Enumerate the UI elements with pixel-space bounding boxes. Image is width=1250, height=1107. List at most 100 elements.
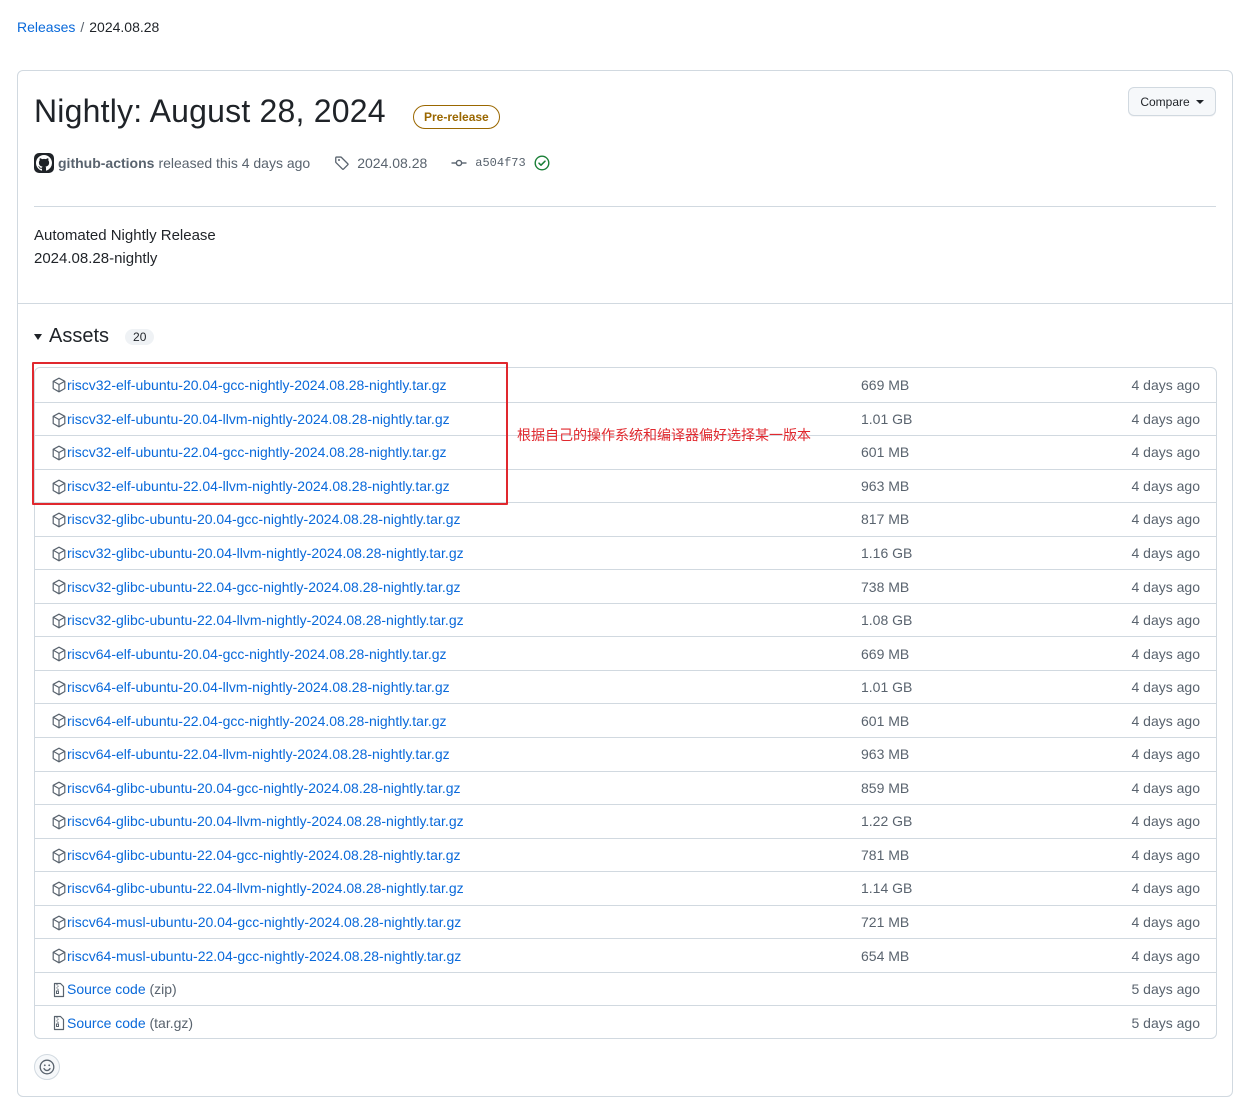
asset-download-link[interactable]: riscv64-musl-ubuntu-20.04-gcc-nightly-20… bbox=[67, 914, 461, 930]
pre-release-badge: Pre-release bbox=[413, 105, 500, 129]
asset-download-link[interactable]: riscv32-elf-ubuntu-22.04-llvm-nightly-20… bbox=[67, 478, 450, 494]
asset-date: 4 days ago bbox=[1131, 712, 1201, 729]
asset-row: riscv64-elf-ubuntu-22.04-llvm-nightly-20… bbox=[35, 737, 1216, 771]
release-card: Compare Nightly: August 28, 2024 Pre-rel… bbox=[17, 70, 1233, 1097]
asset-date: 4 days ago bbox=[1131, 746, 1201, 763]
asset-download-link[interactable]: riscv64-glibc-ubuntu-22.04-gcc-nightly-2… bbox=[67, 847, 461, 863]
github-avatar-icon[interactable] bbox=[34, 153, 54, 173]
asset-row: riscv64-glibc-ubuntu-22.04-gcc-nightly-2… bbox=[35, 837, 1216, 872]
tag-icon bbox=[335, 156, 349, 170]
asset-download-link[interactable]: riscv64-glibc-ubuntu-20.04-llvm-nightly-… bbox=[67, 813, 464, 829]
asset-row: riscv32-glibc-ubuntu-22.04-llvm-nightly-… bbox=[35, 602, 1216, 637]
asset-row: riscv32-elf-ubuntu-20.04-gcc-nightly-202… bbox=[35, 368, 1216, 402]
asset-date: 4 days ago bbox=[1131, 947, 1201, 964]
source-code-format: (zip) bbox=[149, 981, 177, 998]
source-code-format: (tar.gz) bbox=[149, 1014, 194, 1031]
assets-toggle[interactable]: Assets 20 bbox=[34, 325, 155, 348]
asset-size: 1.14 GB bbox=[861, 880, 913, 897]
asset-size: 1.08 GB bbox=[861, 612, 913, 629]
asset-date: 4 days ago bbox=[1131, 444, 1201, 461]
commit-link[interactable]: a504f73 bbox=[451, 155, 526, 171]
asset-date: 4 days ago bbox=[1131, 376, 1201, 393]
package-icon bbox=[51, 377, 67, 393]
asset-download-link[interactable]: riscv64-elf-ubuntu-22.04-gcc-nightly-202… bbox=[67, 713, 447, 729]
annotation-text: 根据自己的操作系统和编译器偏好选择某一版本 bbox=[517, 428, 811, 444]
asset-download-link[interactable]: riscv32-elf-ubuntu-20.04-llvm-nightly-20… bbox=[67, 411, 450, 427]
asset-row: riscv32-glibc-ubuntu-22.04-gcc-nightly-2… bbox=[35, 569, 1216, 603]
package-icon bbox=[51, 412, 67, 428]
asset-date: 4 days ago bbox=[1131, 410, 1201, 427]
asset-download-link[interactable]: riscv32-glibc-ubuntu-20.04-llvm-nightly-… bbox=[67, 545, 464, 561]
asset-download-link[interactable]: riscv32-glibc-ubuntu-20.04-gcc-nightly-2… bbox=[67, 511, 461, 527]
asset-date: 4 days ago bbox=[1131, 477, 1201, 494]
asset-size: 1.01 GB bbox=[861, 410, 913, 427]
asset-row: riscv64-elf-ubuntu-20.04-llvm-nightly-20… bbox=[35, 669, 1216, 704]
asset-size: 601 MB bbox=[861, 444, 910, 461]
asset-row: riscv32-glibc-ubuntu-20.04-llvm-nightly-… bbox=[35, 535, 1216, 570]
asset-row: riscv64-glibc-ubuntu-22.04-llvm-nightly-… bbox=[35, 871, 1216, 905]
package-icon bbox=[51, 747, 67, 763]
file-zip-icon bbox=[51, 1015, 67, 1031]
asset-row: riscv32-elf-ubuntu-22.04-llvm-nightly-20… bbox=[35, 468, 1216, 503]
release-meta: github-actions released this 4 days ago … bbox=[34, 153, 550, 173]
compare-button[interactable]: Compare bbox=[1128, 87, 1216, 116]
commit-sha: a504f73 bbox=[475, 156, 526, 170]
compare-label: Compare bbox=[1140, 94, 1190, 109]
source-code-row: Source code (tar.gz) 5 days ago bbox=[35, 1005, 1216, 1038]
release-notes: Automated Nightly Release 2024.08.28-nig… bbox=[34, 227, 216, 267]
asset-download-link[interactable]: riscv64-glibc-ubuntu-22.04-llvm-nightly-… bbox=[67, 880, 464, 896]
check-circle-icon[interactable] bbox=[534, 155, 550, 171]
package-icon bbox=[51, 814, 67, 830]
asset-row: riscv64-glibc-ubuntu-20.04-llvm-nightly-… bbox=[35, 804, 1216, 838]
source-code-label: Source code bbox=[67, 981, 146, 998]
meta-divider bbox=[34, 206, 1216, 207]
package-icon bbox=[51, 479, 67, 495]
asset-download-link[interactable]: riscv32-glibc-ubuntu-22.04-llvm-nightly-… bbox=[67, 612, 464, 628]
asset-download-link[interactable]: riscv32-glibc-ubuntu-22.04-gcc-nightly-2… bbox=[67, 579, 461, 595]
asset-size: 1.01 GB bbox=[861, 679, 913, 696]
asset-date: 4 days ago bbox=[1131, 612, 1201, 629]
tag-label: 2024.08.28 bbox=[357, 155, 428, 171]
triangle-down-icon bbox=[34, 333, 42, 340]
asset-size: 1.22 GB bbox=[861, 813, 913, 830]
notes-body: 2024.08.28-nightly bbox=[34, 250, 158, 267]
smiley-icon[interactable] bbox=[34, 1054, 60, 1080]
package-icon bbox=[51, 546, 67, 562]
package-icon bbox=[51, 848, 67, 864]
asset-download-link[interactable]: riscv64-glibc-ubuntu-20.04-gcc-nightly-2… bbox=[67, 780, 461, 796]
author-link[interactable]: github-actions bbox=[58, 155, 154, 171]
package-icon bbox=[51, 948, 67, 964]
assets-title: Assets bbox=[49, 325, 110, 347]
asset-date: 4 days ago bbox=[1131, 578, 1201, 595]
breadcrumb: Releases /2024.08.28 bbox=[17, 19, 159, 35]
asset-row: riscv64-musl-ubuntu-20.04-gcc-nightly-20… bbox=[35, 904, 1216, 939]
asset-download-link[interactable]: riscv64-musl-ubuntu-22.04-gcc-nightly-20… bbox=[67, 948, 461, 964]
asset-date: 4 days ago bbox=[1131, 645, 1201, 662]
assets-count-badge: 20 bbox=[125, 328, 155, 345]
notes-divider bbox=[18, 303, 1232, 304]
asset-size: 817 MB bbox=[861, 511, 910, 528]
asset-download-link[interactable]: riscv64-elf-ubuntu-20.04-llvm-nightly-20… bbox=[67, 679, 450, 695]
asset-row: riscv64-elf-ubuntu-20.04-gcc-nightly-202… bbox=[35, 636, 1216, 670]
source-code-link[interactable]: Source code (tar.gz) bbox=[67, 1015, 193, 1031]
asset-row: riscv64-glibc-ubuntu-20.04-gcc-nightly-2… bbox=[35, 770, 1216, 805]
source-code-link[interactable]: Source code (zip) bbox=[67, 981, 177, 997]
asset-size: 669 MB bbox=[861, 645, 910, 662]
asset-download-link[interactable]: riscv64-elf-ubuntu-22.04-llvm-nightly-20… bbox=[67, 746, 450, 762]
package-icon bbox=[51, 781, 67, 797]
breadcrumb-releases-link[interactable]: Releases bbox=[17, 19, 75, 35]
tag-link[interactable]: 2024.08.28 bbox=[334, 155, 427, 171]
asset-date: 4 days ago bbox=[1131, 511, 1201, 528]
package-icon bbox=[51, 613, 67, 629]
package-icon bbox=[51, 646, 67, 662]
asset-size: 738 MB bbox=[861, 578, 910, 595]
asset-date: 4 days ago bbox=[1131, 914, 1201, 931]
asset-download-link[interactable]: riscv32-elf-ubuntu-20.04-gcc-nightly-202… bbox=[67, 377, 447, 393]
asset-date: 5 days ago bbox=[1131, 981, 1201, 998]
asset-date: 5 days ago bbox=[1131, 1014, 1201, 1031]
asset-date: 4 days ago bbox=[1131, 679, 1201, 696]
asset-download-link[interactable]: riscv64-elf-ubuntu-20.04-gcc-nightly-202… bbox=[67, 646, 447, 662]
commit-icon bbox=[451, 159, 467, 167]
asset-download-link[interactable]: riscv32-elf-ubuntu-22.04-gcc-nightly-202… bbox=[67, 444, 447, 460]
release-title: Nightly: August 28, 2024 bbox=[34, 93, 386, 129]
